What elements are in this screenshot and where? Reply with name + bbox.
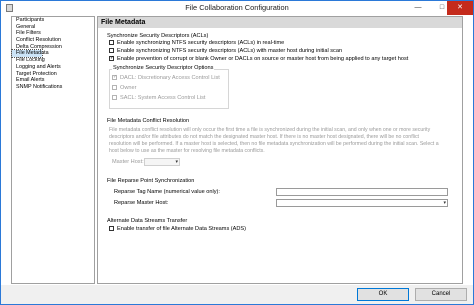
nav-item-file-locking[interactable]: File Locking — [12, 57, 94, 64]
nav-item-file-filters[interactable]: File Filters — [12, 30, 94, 37]
nav-item-email-alerts[interactable]: Email Alerts — [12, 77, 94, 84]
minimize-button[interactable]: — — [405, 1, 431, 15]
title-bar: File Collaboration Configuration — □ ✕ — [1, 1, 473, 15]
nav-item-target-protection[interactable]: Target Protection — [12, 71, 94, 78]
close-button[interactable]: ✕ — [447, 1, 473, 15]
owner-label: Owner — [120, 84, 137, 91]
owner-checkbox[interactable] — [112, 85, 117, 90]
ads-section-title: Alternate Data Streams Transfer — [107, 218, 188, 224]
nav-item-file-metadata[interactable]: File Metadata — [11, 49, 49, 59]
reparse-master-label: Reparse Master Host: — [114, 200, 169, 206]
acl-prevent-corrupt-checkbox[interactable] — [109, 55, 114, 61]
conflict-description-line: File metadata conflict resolution will o… — [109, 127, 431, 133]
reparse-tag-label: Reparse Tag Name (numerical value only): — [114, 189, 220, 195]
nav-item-participants[interactable]: Participants — [12, 17, 94, 24]
ads-transfer-label: Enable transfer of file Alternate Data S… — [117, 225, 247, 232]
nav-item-delta-compression[interactable]: Delta Compression — [12, 44, 94, 51]
acl-realtime-label: Enable synchronizing NTFS security descr… — [117, 39, 285, 46]
nav-item-snmp-notifications[interactable]: SNMP Notifications — [12, 84, 94, 91]
acl-prevent-corrupt-label: Enable prevention of corrupt or blank Ow… — [117, 55, 409, 62]
sacl-checkbox[interactable] — [112, 95, 117, 100]
conflict-section-title: File Metadata Conflict Resolution — [107, 118, 190, 124]
config-window: File Collaboration Configuration — □ ✕ P… — [0, 0, 474, 305]
reparse-tag-input[interactable] — [276, 188, 448, 196]
nav-item-logging-alerts[interactable]: Logging and Alerts — [12, 64, 94, 71]
dialog-footer: OK Cancel — [1, 285, 473, 304]
ads-transfer-checkbox[interactable] — [109, 226, 114, 231]
file-metadata-panel: File Metadata Synchronize Security Descr… — [97, 16, 463, 284]
acl-initial-scan-label: Enable synchronizing NTFS security descr… — [117, 47, 343, 54]
conflict-description-line: host below to use as the master for reso… — [109, 148, 265, 154]
cancel-button[interactable]: Cancel — [415, 288, 467, 301]
conflict-description-line: resolution will be performed. If a maste… — [109, 141, 439, 147]
chevron-down-icon: ▾ — [443, 200, 446, 206]
dacl-label: DACL: Discretionary Access Control List — [120, 74, 220, 81]
master-host-dropdown[interactable]: ▾ — [144, 158, 180, 166]
window-title: File Collaboration Configuration — [185, 3, 289, 12]
sacl-label: SACL: System Access Control List — [120, 94, 206, 101]
conflict-description-line: descriptors and/or file attributes do no… — [109, 134, 419, 140]
acl-initial-scan-checkbox[interactable] — [109, 48, 114, 53]
panel-header: File Metadata — [98, 17, 462, 28]
acl-realtime-checkbox[interactable] — [109, 40, 114, 45]
dialog-body: Participants General File Filters Confli… — [1, 15, 473, 285]
acl-section-title: Synchronize Security Descriptors (ACLs) — [107, 33, 209, 39]
reparse-section-title: File Reparse Point Synchronization — [107, 178, 195, 184]
chevron-down-icon: ▾ — [175, 159, 178, 165]
nav-item-conflict-resolution[interactable]: Conflict Resolution — [12, 37, 94, 44]
reparse-master-dropdown[interactable]: ▾ — [276, 199, 448, 207]
settings-nav: Participants General File Filters Confli… — [11, 16, 95, 284]
ok-button[interactable]: OK — [357, 288, 409, 301]
descriptor-options-title: Synchronize Security Descriptor Options — [112, 65, 215, 71]
nav-item-general[interactable]: General — [12, 24, 94, 31]
dacl-checkbox[interactable] — [112, 74, 117, 80]
master-host-label: Master Host: — [112, 159, 144, 165]
